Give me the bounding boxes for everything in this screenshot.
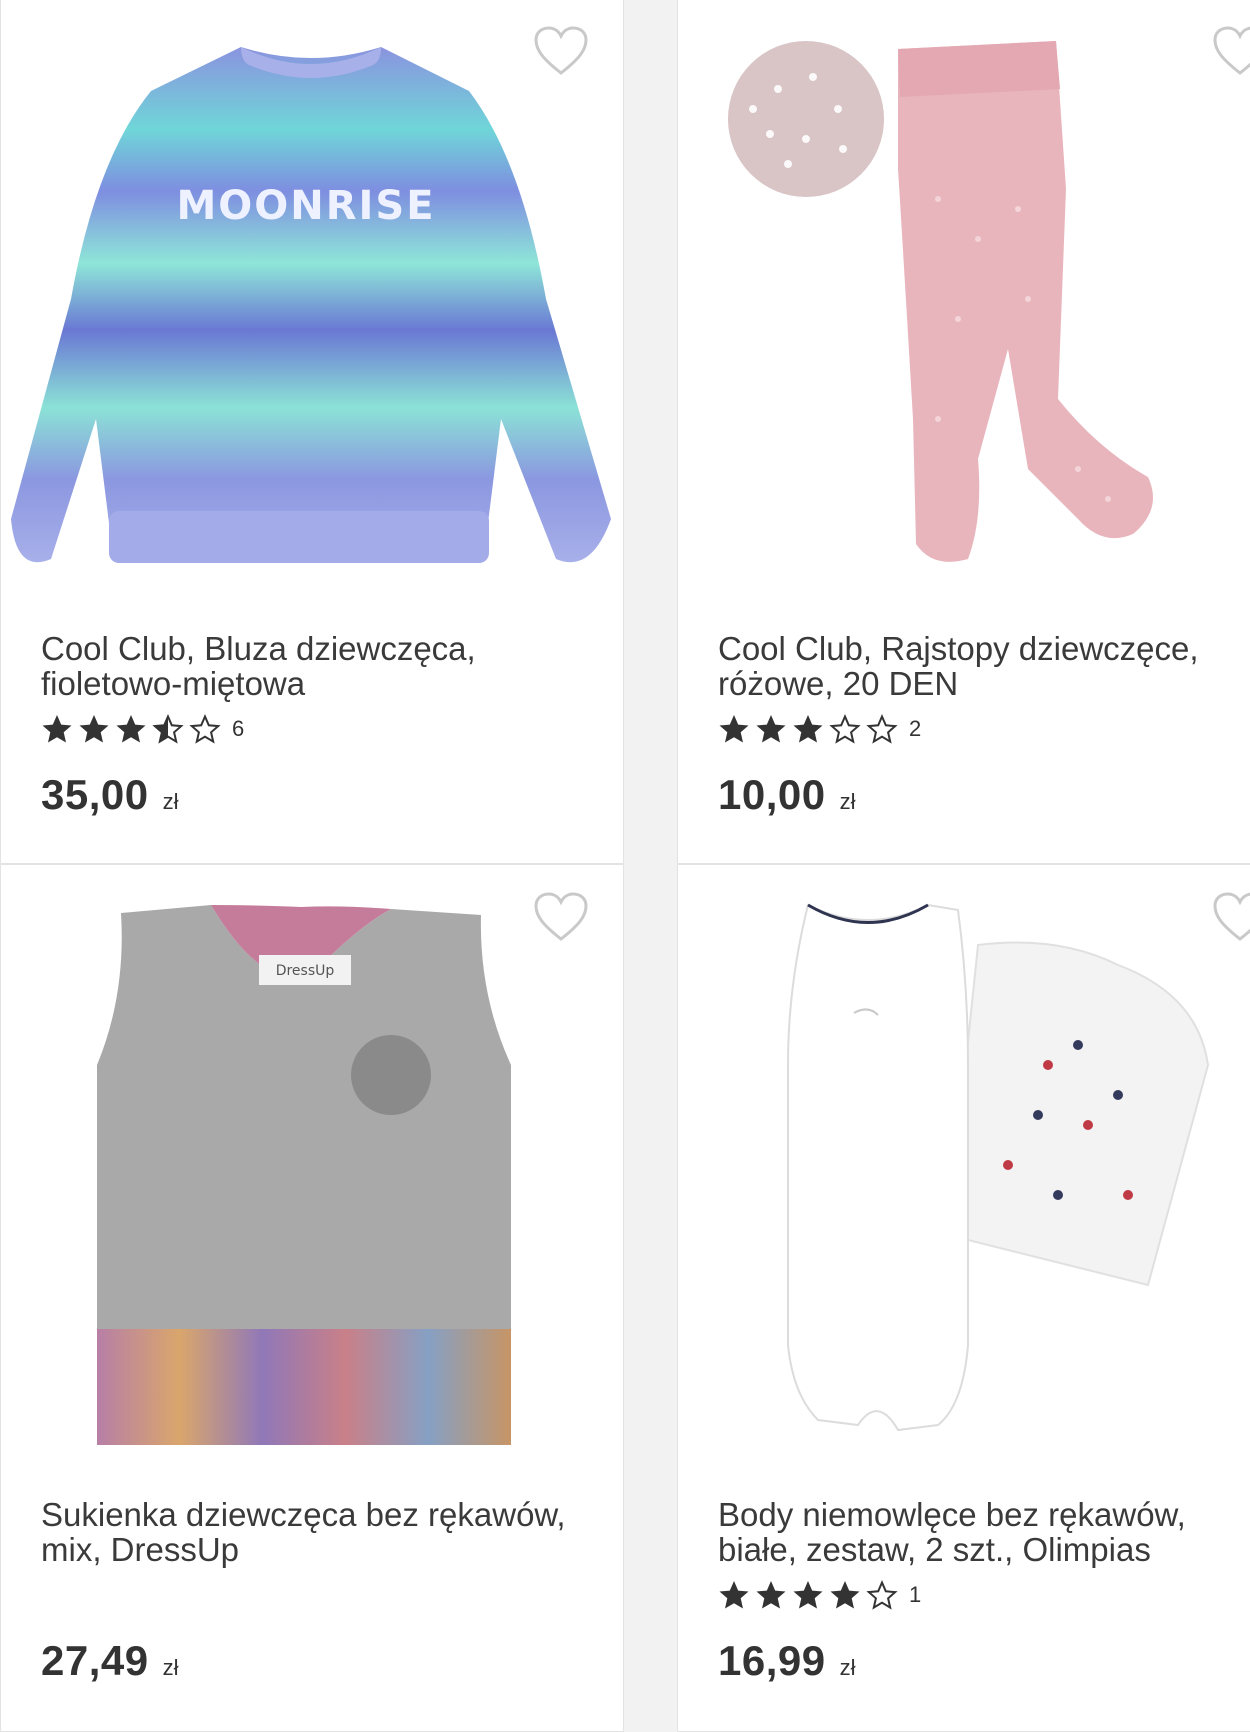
star-filled-icon (755, 1579, 787, 1611)
price: 16,99 zł (718, 1637, 856, 1685)
price-amount: 16,99 (718, 1637, 826, 1684)
product-title[interactable]: Sukienka dziewczęca bez rękawów, mix, Dr… (41, 1497, 601, 1567)
rating: 2 (718, 713, 921, 745)
heart-icon[interactable] (533, 25, 589, 77)
rating-count: 2 (909, 716, 922, 741)
product-card[interactable]: MOONRISE Cool Club, Bluza dziewczęca, fi… (0, 0, 624, 864)
star-filled-icon (41, 713, 73, 745)
product-image-tights[interactable] (678, 0, 1250, 599)
star-outline-icon (866, 713, 898, 745)
price-currency: zł (839, 789, 856, 814)
product-card[interactable]: Body niemowlęce bez rękawów, białe, zest… (677, 864, 1250, 1732)
star-filled-icon (115, 713, 147, 745)
price-amount: 27,49 (41, 1637, 149, 1684)
price-amount: 35,00 (41, 771, 149, 818)
product-grid: MOONRISE Cool Club, Bluza dziewczęca, fi… (0, 0, 1250, 1732)
star-filled-icon (829, 1579, 861, 1611)
price-currency: zł (839, 1655, 856, 1680)
rating: 6 (41, 713, 244, 745)
star-filled-icon (792, 1579, 824, 1611)
star-filled-icon (718, 1579, 750, 1611)
product-card[interactable]: DressUp Sukienka dziewczęca bez rękawów,… (0, 864, 624, 1732)
product-title[interactable]: Body niemowlęce bez rękawów, białe, zest… (718, 1497, 1250, 1567)
price: 27,49 zł (41, 1637, 179, 1685)
product-title[interactable]: Cool Club, Rajstopy dziewczęce, różowe, … (718, 631, 1250, 701)
price-currency: zł (162, 789, 179, 814)
product-image-bodysuit[interactable] (678, 865, 1250, 1465)
price-amount: 10,00 (718, 771, 826, 818)
product-image-sweatshirt[interactable]: MOONRISE (1, 0, 623, 599)
product-image-dress[interactable]: DressUp (1, 865, 623, 1465)
rating-count: 1 (909, 1582, 922, 1607)
heart-icon[interactable] (533, 891, 589, 943)
heart-icon[interactable] (1212, 891, 1250, 943)
sweatshirt-print: MOONRISE (176, 183, 435, 229)
star-half-icon (152, 713, 184, 745)
star-outline-icon (829, 713, 861, 745)
product-title[interactable]: Cool Club, Bluza dziewczęca, fioletowo-m… (41, 631, 601, 701)
star-outline-icon (866, 1579, 898, 1611)
star-outline-icon (189, 713, 221, 745)
price: 35,00 zł (41, 771, 179, 819)
product-card[interactable]: Cool Club, Rajstopy dziewczęce, różowe, … (677, 0, 1250, 864)
star-filled-icon (78, 713, 110, 745)
star-filled-icon (718, 713, 750, 745)
star-filled-icon (755, 713, 787, 745)
dress-label: DressUp (276, 963, 335, 979)
price: 10,00 zł (718, 771, 856, 819)
star-filled-icon (792, 713, 824, 745)
rating: 1 (718, 1579, 921, 1611)
price-currency: zł (162, 1655, 179, 1680)
heart-icon[interactable] (1212, 25, 1250, 77)
rating-count: 6 (232, 716, 245, 741)
